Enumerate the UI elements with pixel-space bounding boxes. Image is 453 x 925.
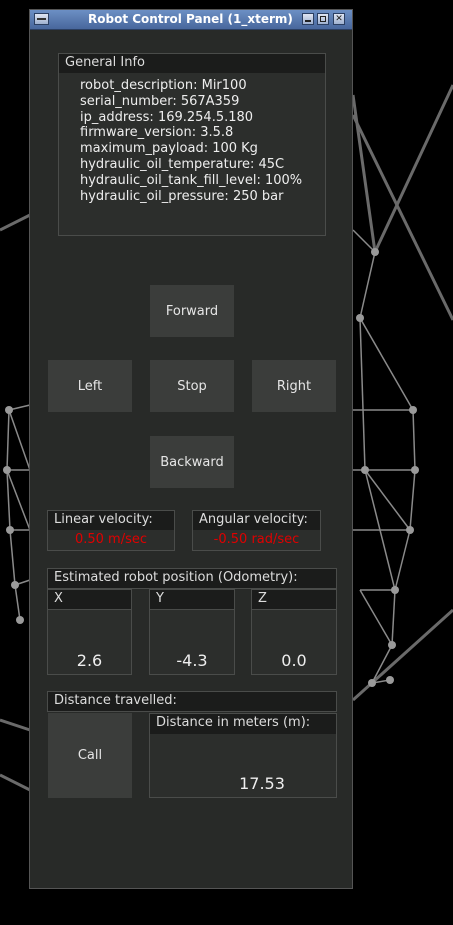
distance-meters-label: Distance in meters (m): [149, 713, 337, 735]
info-line: serial_number: 567A359 [80, 93, 240, 109]
robot-control-window: Robot Control Panel (1_xterm) ✕ General … [29, 9, 353, 889]
close-icon[interactable]: ✕ [333, 13, 345, 25]
odometry-y-value: -4.3 [176, 651, 208, 670]
forward-button[interactable]: Forward [150, 285, 234, 337]
info-line: hydraulic_oil_pressure: 250 bar [80, 188, 284, 204]
linear-velocity-value: 0.50 m/sec [47, 530, 175, 551]
window-menu-icon[interactable] [34, 13, 49, 25]
odometry-x-value: 2.6 [76, 651, 103, 670]
minimize-icon[interactable] [302, 13, 314, 25]
distance-meters-cell: 17.53 [149, 734, 337, 798]
info-line: hydraulic_oil_temperature: 45C [80, 156, 285, 172]
odometry-header: Estimated robot position (Odometry): [47, 568, 337, 589]
info-line: ip_address: 169.254.5.180 [80, 109, 254, 125]
odometry-x-label: X [47, 589, 132, 610]
distance-meters-value: 17.53 [239, 774, 285, 793]
general-info-header: General Info [58, 53, 326, 74]
odometry-z-value: 0.0 [281, 651, 307, 670]
general-info-panel: robot_description: Mir100 serial_number:… [58, 73, 326, 236]
left-button[interactable]: Left [48, 360, 132, 412]
odometry-y-cell: -4.3 [149, 610, 235, 675]
linear-velocity-label: Linear velocity: [47, 510, 175, 531]
info-line: hydraulic_oil_tank_fill_level: 100% [80, 172, 303, 188]
stop-button[interactable]: Stop [150, 360, 234, 412]
backward-button[interactable]: Backward [150, 436, 234, 488]
right-button[interactable]: Right [252, 360, 336, 412]
call-button[interactable]: Call [48, 713, 132, 798]
odometry-y-label: Y [149, 589, 235, 610]
info-line: firmware_version: 3.5.8 [80, 125, 234, 141]
distance-header: Distance travelled: [47, 691, 337, 712]
odometry-x-cell: 2.6 [47, 610, 132, 675]
info-line: maximum_payload: 100 Kg [80, 141, 258, 157]
info-line: robot_description: Mir100 [80, 78, 247, 93]
title-bar[interactable]: Robot Control Panel (1_xterm) ✕ [30, 10, 352, 30]
window-title: Robot Control Panel (1_xterm) [88, 12, 293, 26]
odometry-z-label: Z [251, 589, 337, 610]
angular-velocity-label: Angular velocity: [192, 510, 321, 531]
odometry-z-cell: 0.0 [251, 610, 337, 675]
maximize-icon[interactable] [317, 13, 329, 25]
angular-velocity-value: -0.50 rad/sec [192, 530, 321, 551]
